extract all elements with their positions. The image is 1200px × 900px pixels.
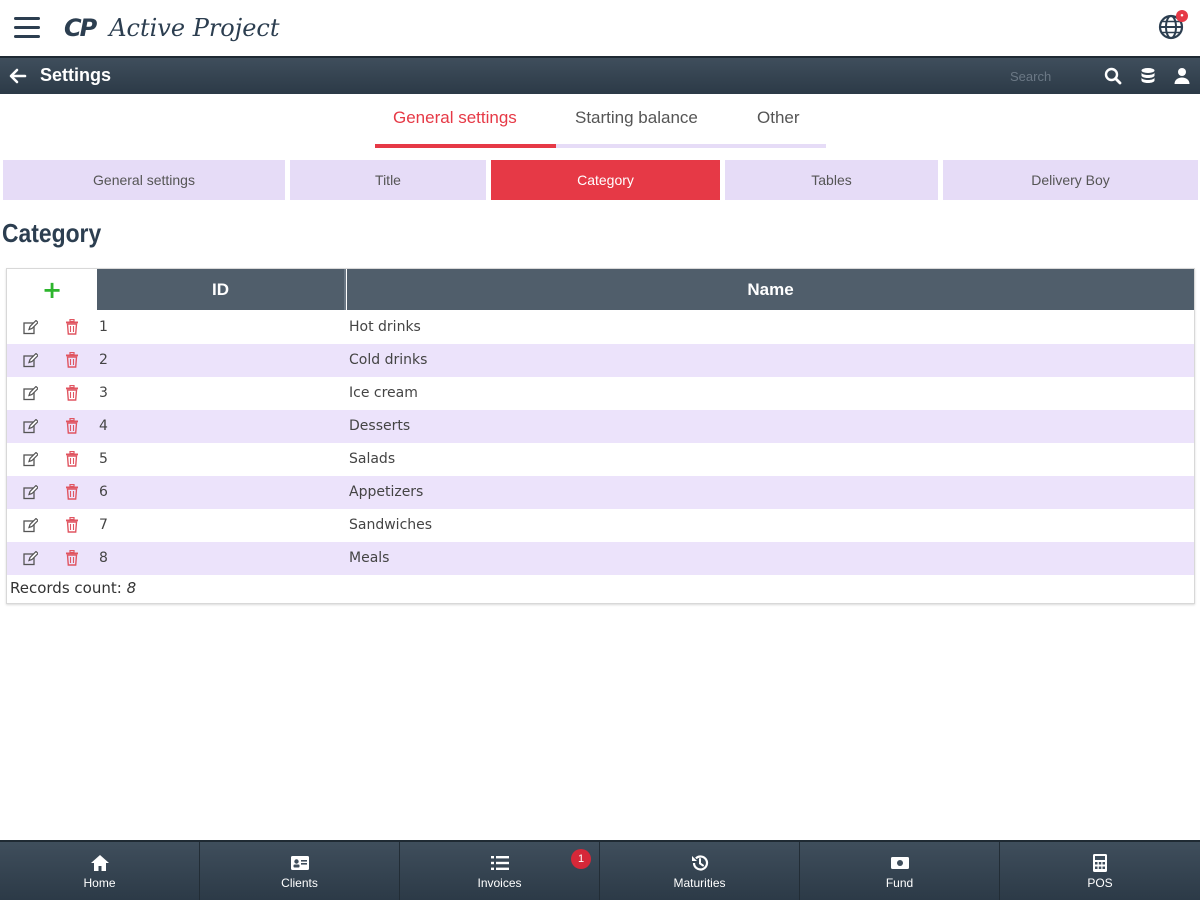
tab-general-settings[interactable]: General settings (393, 108, 517, 128)
database-icon[interactable] (1139, 67, 1157, 85)
edit-icon[interactable] (23, 550, 39, 566)
table-row[interactable]: 5 Salads (7, 443, 1194, 476)
table-header: + ID Name (7, 269, 1194, 310)
hamburger-menu-icon[interactable] (14, 17, 40, 39)
table-row[interactable]: 2 Cold drinks (7, 344, 1194, 377)
delete-icon[interactable] (65, 516, 79, 533)
subtab-tables[interactable]: Tables (725, 160, 938, 200)
edit-icon[interactable] (23, 517, 39, 533)
list-icon (490, 855, 509, 870)
nav-maturities[interactable]: Maturities (600, 842, 800, 900)
table-row[interactable]: 1 Hot drinks (7, 311, 1194, 344)
records-count-value: 8 (126, 579, 137, 597)
active-tab-indicator (375, 144, 556, 148)
home-icon (90, 854, 109, 871)
records-count: Records count: 8 (10, 579, 136, 597)
id-card-icon (290, 855, 309, 870)
edit-icon[interactable] (23, 319, 39, 335)
cell-id: 8 (99, 550, 108, 566)
back-arrow-icon[interactable] (8, 66, 28, 86)
tab-other[interactable]: Other (757, 108, 800, 128)
cell-name: Cold drinks (349, 352, 428, 368)
table-row[interactable]: 4 Desserts (7, 410, 1194, 443)
nav-invoices[interactable]: Invoices 1 (400, 842, 600, 900)
app-logo[interactable]: CP Active Project (64, 12, 280, 44)
cell-id: 4 (99, 418, 108, 434)
cell-name: Desserts (349, 418, 411, 434)
logo-mark: CP (64, 14, 97, 42)
nav-label: POS (1087, 875, 1113, 890)
cell-id: 6 (99, 484, 108, 500)
cell-name: Salads (349, 451, 396, 467)
nav-label: Home (83, 875, 116, 890)
subtab-general-settings[interactable]: General settings (3, 160, 285, 200)
nav-label: Clients (281, 875, 318, 890)
subtab-delivery-boy[interactable]: Delivery Boy (943, 160, 1198, 200)
cell-id: 1 (99, 319, 108, 335)
delete-icon[interactable] (65, 450, 79, 467)
add-category-button[interactable]: + (7, 269, 97, 310)
delete-icon[interactable] (65, 483, 79, 500)
cell-id: 5 (99, 451, 108, 467)
search-icon[interactable] (1104, 67, 1122, 85)
delete-icon[interactable] (65, 318, 79, 335)
delete-icon[interactable] (65, 549, 79, 566)
search-input[interactable] (1010, 64, 1096, 88)
cell-name: Sandwiches (349, 517, 433, 533)
table-row[interactable]: 3 Ice cream (7, 377, 1194, 410)
nav-fund[interactable]: Fund (800, 842, 1000, 900)
column-header-name[interactable]: Name (347, 269, 1194, 310)
edit-icon[interactable] (23, 484, 39, 500)
globe-language-icon[interactable]: • (1158, 10, 1188, 40)
nav-pos[interactable]: POS (1000, 842, 1200, 900)
edit-icon[interactable] (23, 385, 39, 401)
calculator-icon (1093, 853, 1107, 872)
nav-label: Invoices (477, 875, 522, 890)
app-header: CP Active Project • (0, 0, 1200, 56)
cash-icon (890, 856, 909, 869)
subtab-title[interactable]: Title (290, 160, 486, 200)
bottom-navigation: Home Clients Invoices 1 Maturities Fund … (0, 840, 1200, 900)
table-row[interactable]: 7 Sandwiches (7, 509, 1194, 542)
logo-text: Active Project (109, 14, 280, 42)
cell-name: Ice cream (349, 385, 418, 401)
delete-icon[interactable] (65, 417, 79, 434)
cell-id: 7 (99, 517, 108, 533)
edit-icon[interactable] (23, 451, 39, 467)
nav-home[interactable]: Home (0, 842, 200, 900)
nav-label: Maturities (673, 875, 726, 890)
table-row[interactable]: 8 Meals (7, 542, 1194, 575)
delete-icon[interactable] (65, 384, 79, 401)
cell-id: 2 (99, 352, 108, 368)
user-icon[interactable] (1173, 67, 1191, 85)
sub-tabs: General settings Title Category Tables D… (0, 160, 1200, 200)
section-title: Category (2, 218, 102, 248)
page-title: Settings (40, 65, 112, 85)
invoices-badge: 1 (571, 849, 591, 869)
tab-starting-balance[interactable]: Starting balance (575, 108, 698, 128)
main-tabs: General settings Starting balance Other (375, 98, 826, 148)
cell-name: Appetizers (349, 484, 424, 500)
history-icon (691, 854, 708, 871)
cell-name: Meals (349, 550, 390, 566)
title-bar: Settings (0, 56, 1200, 94)
column-header-id[interactable]: ID (97, 269, 346, 310)
nav-clients[interactable]: Clients (200, 842, 400, 900)
edit-icon[interactable] (23, 352, 39, 368)
subtab-category[interactable]: Category (491, 160, 720, 200)
cell-id: 3 (99, 385, 108, 401)
cell-name: Hot drinks (349, 319, 421, 335)
delete-icon[interactable] (65, 351, 79, 368)
nav-label: Fund (885, 875, 914, 890)
category-table: + ID Name 1 Hot drinks 2 Cold drinks 3 Ice cr… (6, 268, 1195, 604)
records-count-label: Records count: (10, 579, 122, 597)
edit-icon[interactable] (23, 418, 39, 434)
table-row[interactable]: 6 Appetizers (7, 476, 1194, 509)
globe-badge: • (1176, 10, 1188, 22)
